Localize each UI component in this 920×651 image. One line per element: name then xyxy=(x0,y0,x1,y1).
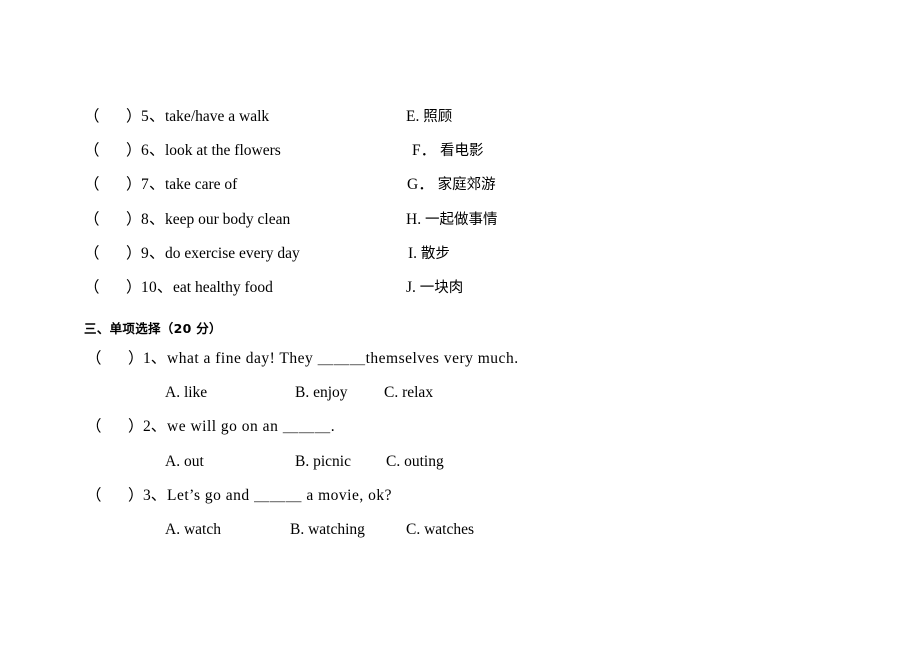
answer-blank-paren-open[interactable]: （ xyxy=(84,134,100,168)
answer-blank-paren-close[interactable]: ） xyxy=(128,410,144,444)
answer-blank-paren-close[interactable]: ） xyxy=(126,168,142,202)
choice-chinese-text: 照顾 xyxy=(423,109,453,125)
answer-blank-paren-close[interactable]: ） xyxy=(126,100,142,134)
item-number: 5、 xyxy=(141,108,165,125)
question-text: what a fine day! They ＿＿＿themselves very… xyxy=(167,350,519,367)
option-c[interactable]: C. relax xyxy=(384,376,433,410)
item-number: 10、 xyxy=(141,278,173,296)
matching-row: （ ） 7、 take care of G． 家庭郊游 xyxy=(84,168,564,202)
answer-blank-paren-close[interactable]: ） xyxy=(128,479,144,513)
answer-blank-paren-close[interactable]: ） xyxy=(126,134,142,168)
choice-entry: G． 家庭郊游 xyxy=(407,168,496,202)
option-c[interactable]: C. outing xyxy=(386,445,444,479)
choice-entry: J. 一块肉 xyxy=(406,271,463,305)
multiple-choice-section: （ ） 1、 what a fine day! They ＿＿＿themselv… xyxy=(84,342,604,547)
choice-entry: F． 看电影 xyxy=(412,134,484,168)
matching-row: （ ） 6、 look at the flowers F． 看电影 xyxy=(84,134,564,168)
choice-chinese-text: 一起做事情 xyxy=(424,211,498,228)
choice-letter: E. xyxy=(406,108,420,125)
choice-letter: H. xyxy=(406,210,422,228)
choice-entry: H. 一起做事情 xyxy=(406,203,497,237)
choice-entry: I. 散步 xyxy=(408,237,450,271)
answer-blank-paren-close[interactable]: ） xyxy=(126,237,142,271)
question-row: （ ） 1、 what a fine day! They ＿＿＿themselv… xyxy=(84,342,604,376)
option-a[interactable]: A. out xyxy=(165,445,204,479)
answer-blank-paren-open[interactable]: （ xyxy=(84,168,100,202)
choice-letter: I. xyxy=(408,244,418,262)
answer-blank-paren-open[interactable]: （ xyxy=(84,237,100,271)
matching-section: （ ） 5、 take/have a walk E. 照顾 （ ） 6、 loo… xyxy=(84,100,564,305)
item-english-phrase: do exercise every day xyxy=(165,244,300,262)
item-english-phrase: take/have a walk xyxy=(165,108,270,125)
question-number: 3、 xyxy=(143,486,167,504)
matching-row: （ ） 5、 take/have a walk E. 照顾 xyxy=(84,100,564,134)
answer-blank-paren-close[interactable]: ） xyxy=(128,342,144,376)
question-number: 1、 xyxy=(143,350,167,367)
choice-letter: J. xyxy=(406,278,416,296)
question-options-row: A. watch B. watching C. watches xyxy=(84,513,604,547)
question-text: Let’s go and ＿＿＿ a movie, ok? xyxy=(167,486,392,504)
matching-row: （ ） 9、 do exercise every day I. 散步 xyxy=(84,237,564,271)
option-b[interactable]: B. enjoy xyxy=(295,376,348,410)
answer-blank-paren-close[interactable]: ） xyxy=(126,271,142,305)
item-number: 9、 xyxy=(141,244,165,262)
answer-blank-paren-open[interactable]: （ xyxy=(84,271,100,305)
choice-chinese-text: 看电影 xyxy=(440,143,484,160)
matching-row: （ ） 8、 keep our body clean H. 一起做事情 xyxy=(84,203,564,237)
matching-row: （ ） 10、 eat healthy food J. 一块肉 xyxy=(84,271,564,305)
choice-letter: F． xyxy=(412,142,437,160)
item-english-phrase: take care of xyxy=(165,176,238,194)
answer-blank-paren-open[interactable]: （ xyxy=(86,410,102,444)
question-row: （ ） 2、 we will go on an ＿＿＿. xyxy=(84,410,604,444)
answer-blank-paren-open[interactable]: （ xyxy=(84,203,100,237)
answer-blank-paren-open[interactable]: （ xyxy=(86,479,102,513)
choice-entry: E. 照顾 xyxy=(406,100,452,134)
answer-blank-paren-open[interactable]: （ xyxy=(86,342,102,376)
item-english-phrase: keep our body clean xyxy=(165,210,291,228)
item-english-phrase: look at the flowers xyxy=(165,142,281,160)
question-row: （ ） 3、 Let’s go and ＿＿＿ a movie, ok? xyxy=(84,479,604,513)
item-number: 6、 xyxy=(141,142,165,160)
section-heading-multiple-choice: 三、单项选择（20 分） xyxy=(84,321,222,336)
item-english-phrase: eat healthy food xyxy=(173,278,273,296)
answer-blank-paren-close[interactable]: ） xyxy=(126,203,142,237)
choice-chinese-text: 散步 xyxy=(420,245,450,262)
option-a[interactable]: A. like xyxy=(165,376,207,410)
answer-blank-paren-open[interactable]: （ xyxy=(84,100,100,134)
option-c[interactable]: C. watches xyxy=(406,513,474,547)
item-number: 8、 xyxy=(141,210,165,228)
option-b[interactable]: B. watching xyxy=(290,513,365,547)
choice-chinese-text: 一块肉 xyxy=(419,279,464,296)
choice-chinese-text: 家庭郊游 xyxy=(437,177,496,194)
option-a[interactable]: A. watch xyxy=(165,513,221,547)
option-b[interactable]: B. picnic xyxy=(295,445,351,479)
item-number: 7、 xyxy=(141,176,165,194)
question-number: 2、 xyxy=(143,418,167,436)
question-text: we will go on an ＿＿＿. xyxy=(167,418,336,436)
worksheet-page: （ ） 5、 take/have a walk E. 照顾 （ ） 6、 loo… xyxy=(0,0,920,651)
question-options-row: A. like B. enjoy C. relax xyxy=(84,376,604,410)
question-options-row: A. out B. picnic C. outing xyxy=(84,445,604,479)
choice-letter: G． xyxy=(407,176,434,194)
